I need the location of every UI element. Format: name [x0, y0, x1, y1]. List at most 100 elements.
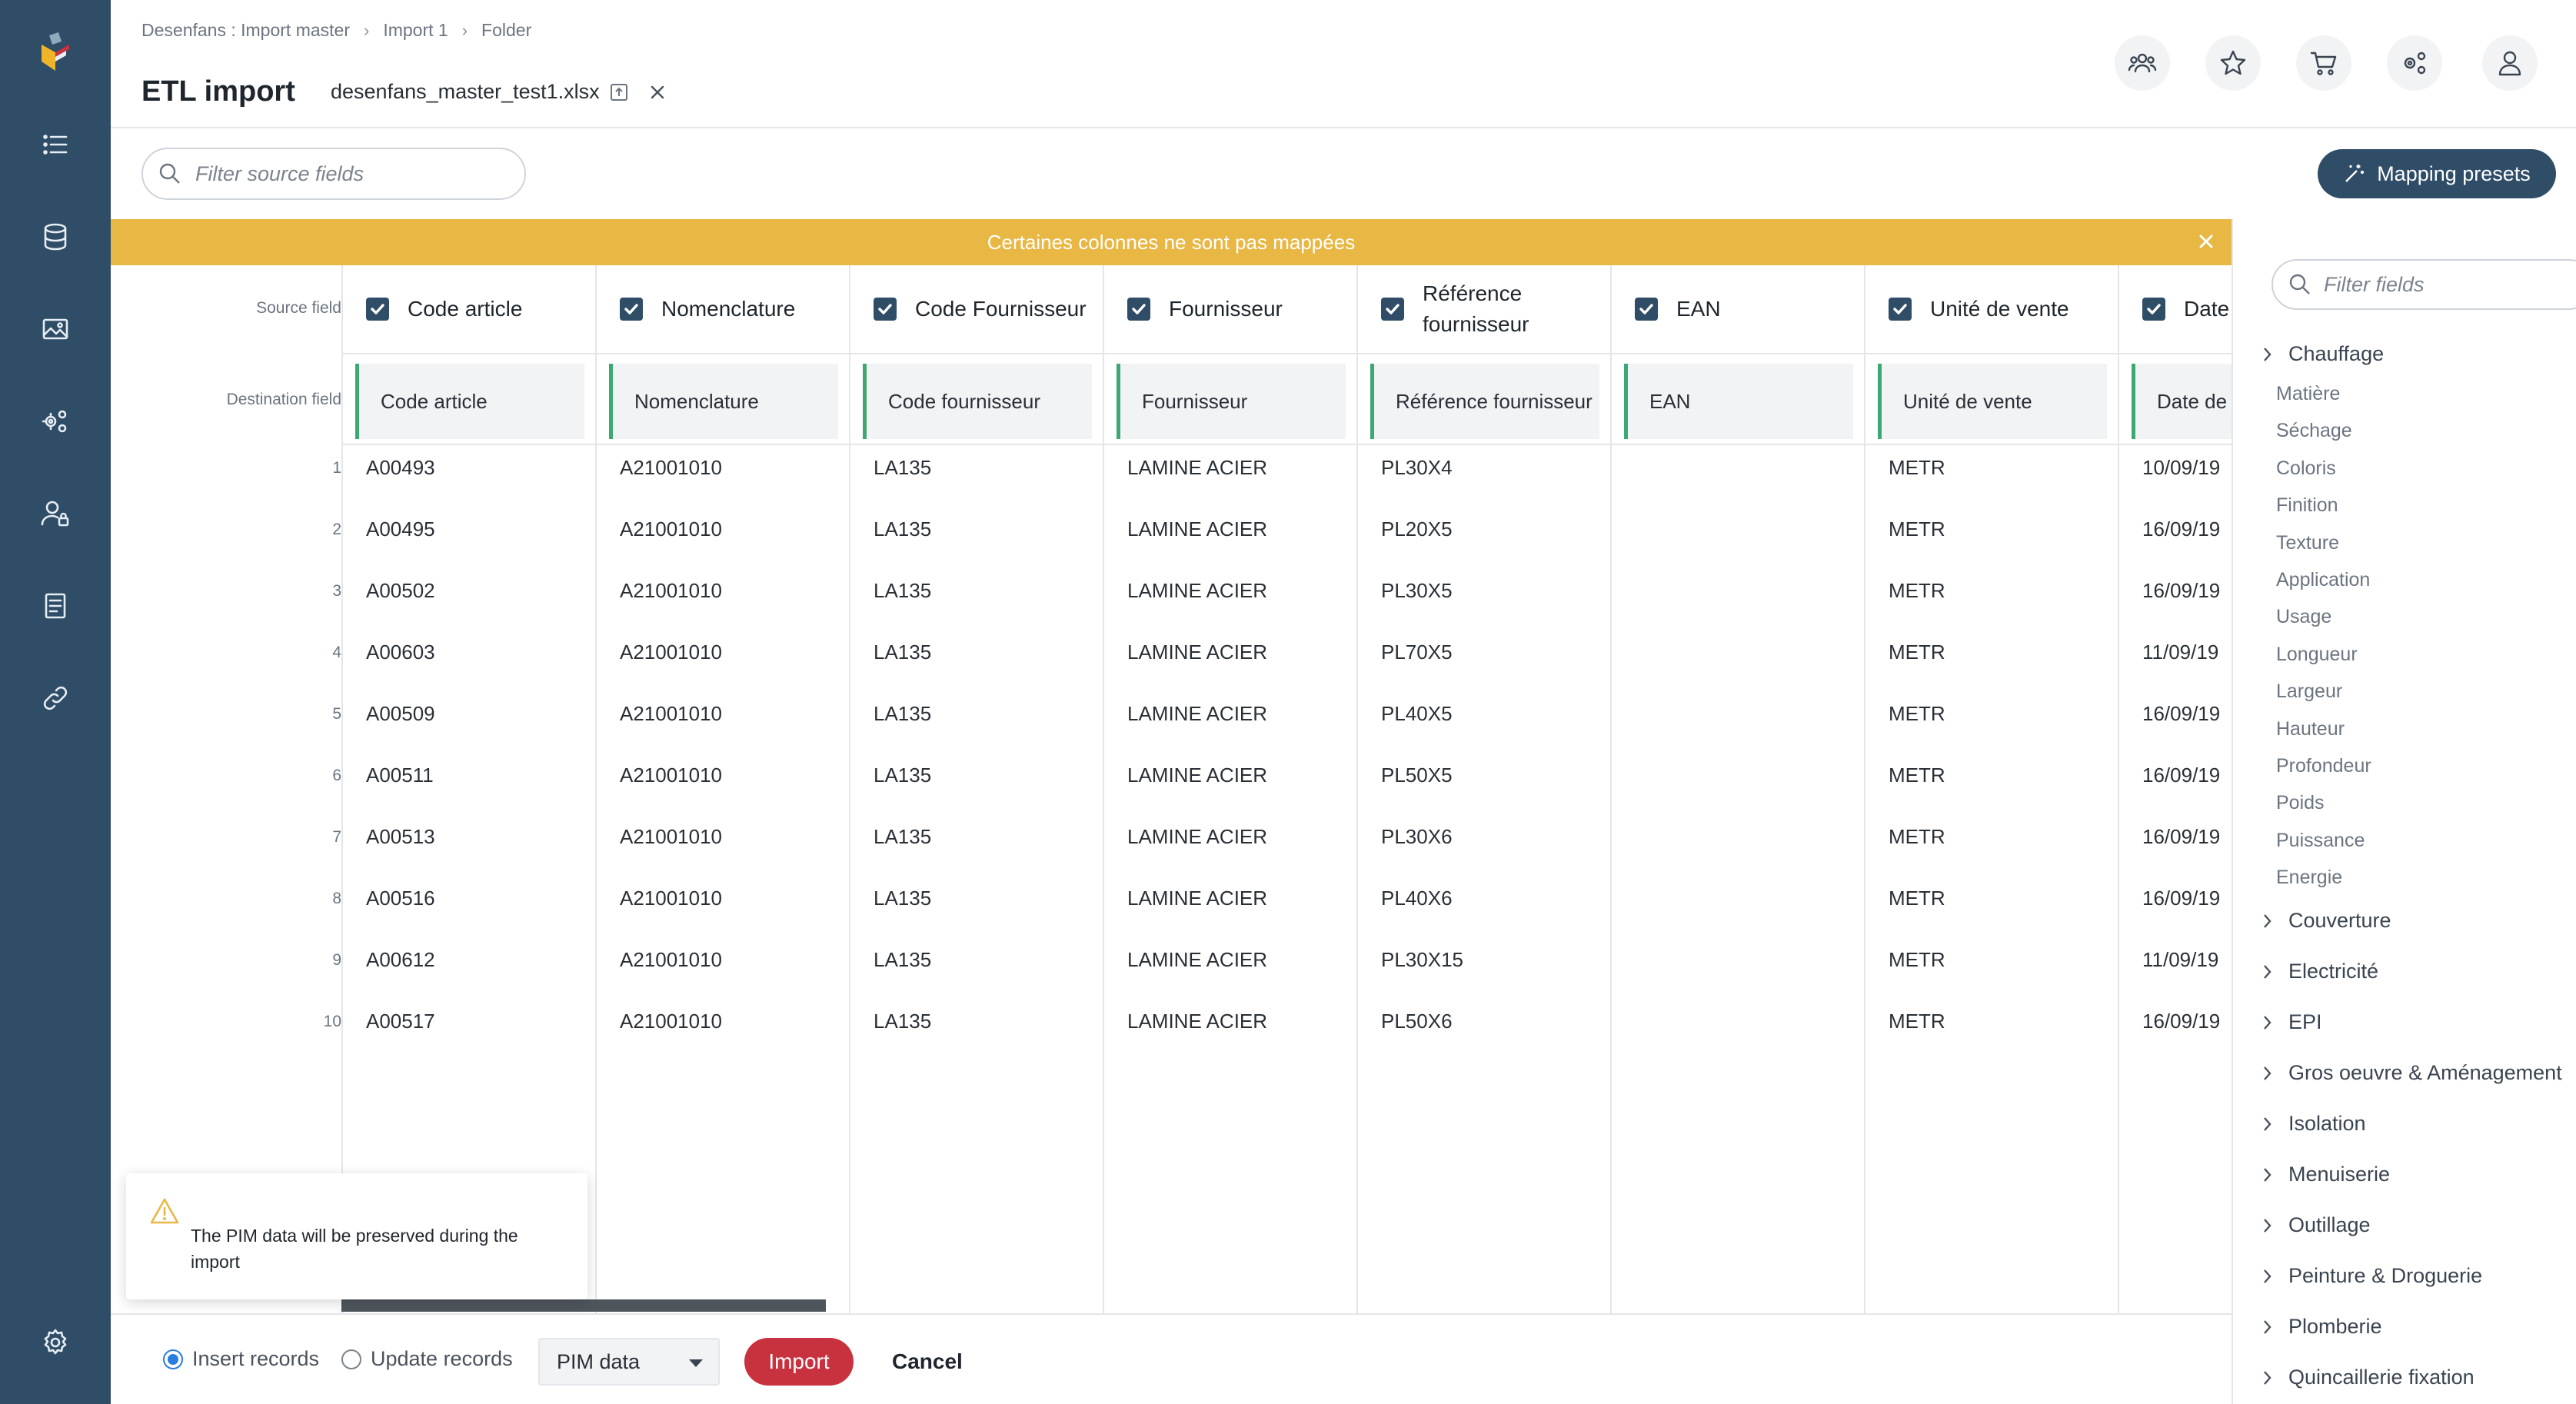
- source-search[interactable]: [141, 148, 526, 200]
- tree-field-item[interactable]: Application: [2276, 569, 2370, 591]
- close-icon[interactable]: [649, 84, 666, 101]
- tree-group-label: Chauffage: [2288, 342, 2385, 365]
- images-icon[interactable]: [37, 311, 74, 348]
- column-checkbox[interactable]: [1381, 298, 1404, 321]
- tree-field-item[interactable]: Matière: [2276, 383, 2340, 405]
- cart-button[interactable]: [2296, 35, 2351, 91]
- source-field-header: Unité de vente: [1865, 265, 2118, 354]
- gear-icon[interactable]: [37, 1324, 74, 1361]
- tree-field-item[interactable]: Energie: [2276, 867, 2342, 889]
- row-divider: [1865, 444, 2118, 445]
- destination-field-dropzone[interactable]: Code article: [355, 364, 584, 439]
- tree-group[interactable]: Outillage: [2261, 1213, 2371, 1237]
- app-logo-icon[interactable]: [35, 31, 75, 77]
- destination-field-dropzone[interactable]: Fournisseur: [1117, 364, 1346, 439]
- tree-field-item[interactable]: Usage: [2276, 606, 2331, 628]
- tree-group[interactable]: Quincaillerie fixation: [2261, 1366, 2474, 1389]
- destination-field-dropzone[interactable]: Date de: [2132, 364, 2232, 439]
- table-cell: A21001010: [620, 456, 723, 479]
- column-checkbox[interactable]: [1127, 298, 1150, 321]
- profile-button[interactable]: [2482, 35, 2538, 91]
- upload-file-icon[interactable]: [609, 82, 629, 102]
- column-checkbox[interactable]: [620, 298, 643, 321]
- destination-field-dropzone[interactable]: Référence fournisseur: [1370, 364, 1599, 439]
- breadcrumb-item[interactable]: Import 1: [383, 20, 448, 41]
- row-divider: [1358, 444, 1610, 445]
- check-icon: [1639, 304, 1653, 314]
- source-field-header: Référence fournisseur: [1358, 265, 1610, 354]
- close-icon[interactable]: [2196, 231, 2216, 251]
- database-icon[interactable]: [37, 218, 74, 255]
- tree-field-item[interactable]: Coloris: [2276, 457, 2336, 480]
- column-checkbox[interactable]: [366, 298, 389, 321]
- tree-field-item[interactable]: Séchage: [2276, 420, 2352, 442]
- destination-field-dropzone[interactable]: Code fournisseur: [863, 364, 1092, 439]
- list-icon[interactable]: [37, 126, 74, 163]
- table-cell: LA135: [874, 517, 932, 541]
- chevron-right-icon: [2261, 1267, 2273, 1286]
- admin-settings-button[interactable]: [2387, 35, 2442, 91]
- settings-group-icon[interactable]: [37, 403, 74, 440]
- breadcrumb-item[interactable]: Folder: [481, 20, 531, 41]
- fields-search-input[interactable]: [2324, 272, 2554, 297]
- chevron-right-icon: [2261, 1369, 2273, 1387]
- cancel-button[interactable]: Cancel: [877, 1338, 978, 1386]
- tree-field-item[interactable]: Profondeur: [2276, 755, 2371, 777]
- source-field-header: EAN: [1612, 265, 1864, 354]
- table-cell: LAMINE ACIER: [1127, 579, 1268, 602]
- tree-group[interactable]: Gros oeuvre & Aménagement: [2261, 1061, 2562, 1085]
- tree-group[interactable]: EPI: [2261, 1010, 2322, 1034]
- column-checkbox[interactable]: [1889, 298, 1912, 321]
- data-source-select[interactable]: PIM data: [538, 1338, 720, 1386]
- tree-group-label: Electricité: [2288, 960, 2379, 983]
- star-icon: [2220, 50, 2246, 75]
- row-number: 1: [332, 459, 341, 477]
- insert-records-radio[interactable]: Insert records: [163, 1347, 319, 1371]
- update-records-radio[interactable]: Update records: [341, 1347, 513, 1371]
- tree-group[interactable]: Couverture: [2261, 909, 2391, 933]
- tree-group[interactable]: Peinture & Droguerie: [2261, 1264, 2482, 1288]
- table-cell: 10/09/19: [2142, 456, 2221, 479]
- table-cell: METR: [1889, 1010, 1945, 1033]
- tree-field-item[interactable]: Finition: [2276, 494, 2338, 517]
- row-divider: [597, 444, 849, 445]
- favorites-button[interactable]: [2205, 35, 2261, 91]
- tree-field-item[interactable]: Texture: [2276, 532, 2339, 554]
- users-button[interactable]: [2115, 35, 2170, 91]
- tree-field-item[interactable]: Longueur: [2276, 644, 2358, 666]
- source-search-input[interactable]: [195, 161, 503, 186]
- user-lock-icon[interactable]: [37, 495, 74, 532]
- radio-indicator[interactable]: [341, 1349, 361, 1369]
- fields-search[interactable]: [2271, 259, 2576, 310]
- tree-field-item[interactable]: Hauteur: [2276, 718, 2345, 740]
- link-icon[interactable]: [37, 680, 74, 717]
- tree-field-item[interactable]: Poids: [2276, 792, 2325, 814]
- tree-group[interactable]: Isolation: [2261, 1112, 2366, 1136]
- import-button[interactable]: Import: [744, 1338, 854, 1386]
- tree-group[interactable]: Menuiserie: [2261, 1163, 2390, 1186]
- tree-group[interactable]: Electricité: [2261, 960, 2378, 983]
- banner-text: Certaines colonnes ne sont pas mappées: [987, 230, 1356, 254]
- source-field-name: Code Fournisseur: [915, 297, 1087, 321]
- destination-field-dropzone[interactable]: Unité de vente: [1878, 364, 2107, 439]
- radio-indicator[interactable]: [163, 1349, 183, 1369]
- destination-fields-panel: Chauffage Matière Séchage Coloris Finition Te…: [2232, 219, 2576, 1404]
- tree-field-item[interactable]: Largeur: [2276, 680, 2342, 703]
- tree-group[interactable]: Chauffage: [2261, 342, 2384, 366]
- table-cell: 11/09/19: [2142, 948, 2219, 971]
- column-checkbox[interactable]: [1635, 298, 1658, 321]
- destination-field-dropzone[interactable]: Nomenclature: [609, 364, 838, 439]
- mapping-presets-button[interactable]: Mapping presets: [2318, 149, 2556, 198]
- breadcrumb-item[interactable]: Desenfans : Import master: [141, 20, 350, 41]
- tree-group[interactable]: Plomberie: [2261, 1315, 2382, 1339]
- table-cell: LAMINE ACIER: [1127, 456, 1268, 479]
- column-checkbox[interactable]: [2142, 298, 2165, 321]
- source-field-header: Fournisseur: [1104, 265, 1356, 354]
- page-title: ETL import: [141, 75, 295, 108]
- mapping-column: Fournisseur Fournisseur LAMINE ACIER LAMINE…: [1103, 265, 1356, 1315]
- destination-field-dropzone[interactable]: EAN: [1624, 364, 1853, 439]
- horizontal-scrollbar[interactable]: [341, 1299, 826, 1312]
- document-icon[interactable]: [37, 587, 74, 624]
- tree-field-item[interactable]: Puissance: [2276, 830, 2365, 852]
- column-checkbox[interactable]: [874, 298, 897, 321]
